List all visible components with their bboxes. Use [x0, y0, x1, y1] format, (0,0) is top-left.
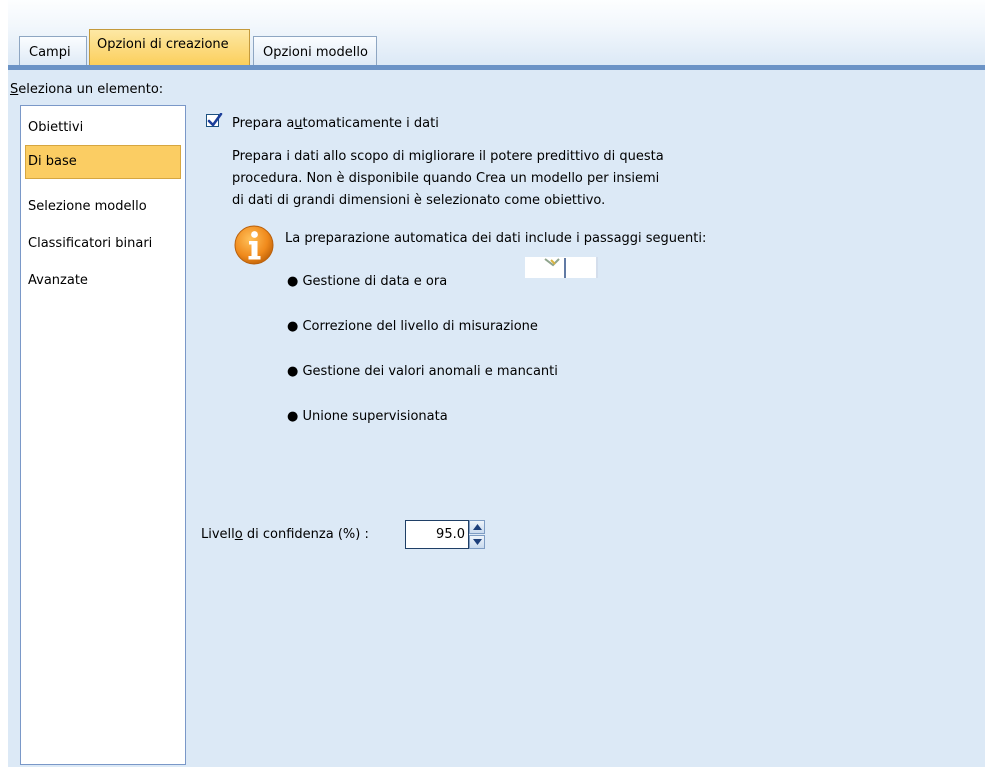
list-item-avanzate[interactable]: Avanzate — [25, 264, 181, 298]
list-item-obiettivi[interactable]: Obiettivi — [25, 111, 181, 145]
auto-prep-description-line: Prepara i dati allo scopo di migliorare … — [232, 149, 664, 164]
list-item-di-base[interactable]: Di base — [25, 145, 181, 179]
info-bullet: ● Correzione del livello di misurazione — [287, 319, 538, 334]
auto-prep-description-line: procedura. Non è disponibile quando Crea… — [232, 171, 660, 186]
tab-opzioni-di-creazione[interactable]: Opzioni di creazione — [89, 29, 250, 65]
checkmark-icon — [207, 113, 223, 127]
item-list[interactable]: Obiettivi Di base Selezione modello Clas… — [20, 105, 186, 765]
auto-prep-label[interactable]: Prepara automaticamente i dati — [232, 116, 439, 131]
auto-prep-description-line: di dati di grandi dimensioni è seleziona… — [232, 193, 606, 208]
arrow-down-icon — [473, 539, 482, 545]
info-bullet: ● Gestione di data e ora — [287, 274, 448, 289]
tab-campi[interactable]: Campi — [19, 36, 87, 65]
select-item-label: Seleziona un elemento: — [10, 82, 164, 97]
arrow-up-icon — [473, 524, 482, 530]
info-bullet: ● Unione supervisionata — [287, 409, 448, 424]
preview-image-fragment — [525, 257, 598, 278]
tab-opzioni-modello[interactable]: Opzioni modello — [253, 36, 377, 65]
tab-strip: Campi Opzioni di creazione Opzioni model… — [8, 0, 985, 70]
info-icon — [234, 225, 274, 265]
confidence-level-spinner[interactable] — [469, 520, 485, 549]
spin-up-button[interactable] — [469, 520, 485, 534]
auto-prep-checkbox[interactable] — [206, 113, 223, 127]
dialog-panel: Campi Opzioni di creazione Opzioni model… — [8, 0, 985, 767]
list-item-selezione-modello[interactable]: Selezione modello — [25, 190, 181, 224]
confidence-level-input[interactable]: 95.0 — [405, 520, 469, 549]
info-bullet: ● Gestione dei valori anomali e mancanti — [287, 364, 558, 379]
info-heading: La preparazione automatica dei dati incl… — [285, 231, 707, 246]
spin-down-button[interactable] — [469, 535, 485, 549]
list-item-classificatori-binari[interactable]: Classificatori binari — [25, 227, 181, 261]
confidence-level-label: Livello di confidenza (%) : — [201, 527, 369, 542]
